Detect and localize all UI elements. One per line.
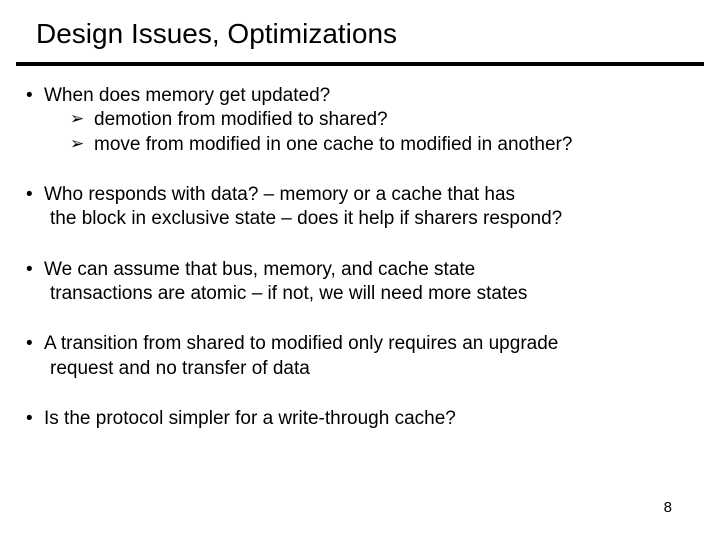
bullet-1: • When does memory get updated? ➢ demoti… [26,84,708,157]
bullet-4: • A transition from shared to modified o… [26,332,708,381]
list-item: • We can assume that bus, memory, and ca… [26,258,708,282]
bullet-dot-icon: • [26,332,44,356]
bullet-3: • We can assume that bus, memory, and ca… [26,258,708,307]
bullet-text: request and no transfer of data [50,357,708,381]
sub-item: ➢ demotion from modified to shared? [26,108,708,132]
bullet-text: Who responds with data? – memory or a ca… [44,183,708,207]
bullet-text: the block in exclusive state – does it h… [50,207,708,231]
sub-text: move from modified in one cache to modif… [94,133,708,157]
bullet-text: transactions are atomic – if not, we wil… [50,282,708,306]
sub-text: demotion from modified to shared? [94,108,708,132]
list-item: • Who responds with data? – memory or a … [26,183,708,207]
bullet-text: We can assume that bus, memory, and cach… [44,258,708,282]
arrow-icon: ➢ [70,133,94,156]
bullet-text: When does memory get updated? [44,84,708,108]
list-item-cont: the block in exclusive state – does it h… [26,207,708,231]
list-item-cont: request and no transfer of data [26,357,708,381]
sub-item: ➢ move from modified in one cache to mod… [26,133,708,157]
list-item-cont: transactions are atomic – if not, we wil… [26,282,708,306]
bullet-dot-icon: • [26,84,44,108]
slide-title: Design Issues, Optimizations [0,0,720,56]
list-item: • Is the protocol simpler for a write-th… [26,407,708,431]
slide-body: • When does memory get updated? ➢ demoti… [0,66,720,431]
bullet-text: A transition from shared to modified onl… [44,332,708,356]
bullet-5: • Is the protocol simpler for a write-th… [26,407,708,431]
page-number: 8 [664,499,672,516]
list-item: • When does memory get updated? [26,84,708,108]
bullet-text: Is the protocol simpler for a write-thro… [44,407,708,431]
bullet-dot-icon: • [26,183,44,207]
bullet-2: • Who responds with data? – memory or a … [26,183,708,232]
list-item: • A transition from shared to modified o… [26,332,708,356]
bullet-dot-icon: • [26,407,44,431]
bullet-dot-icon: • [26,258,44,282]
arrow-icon: ➢ [70,108,94,131]
